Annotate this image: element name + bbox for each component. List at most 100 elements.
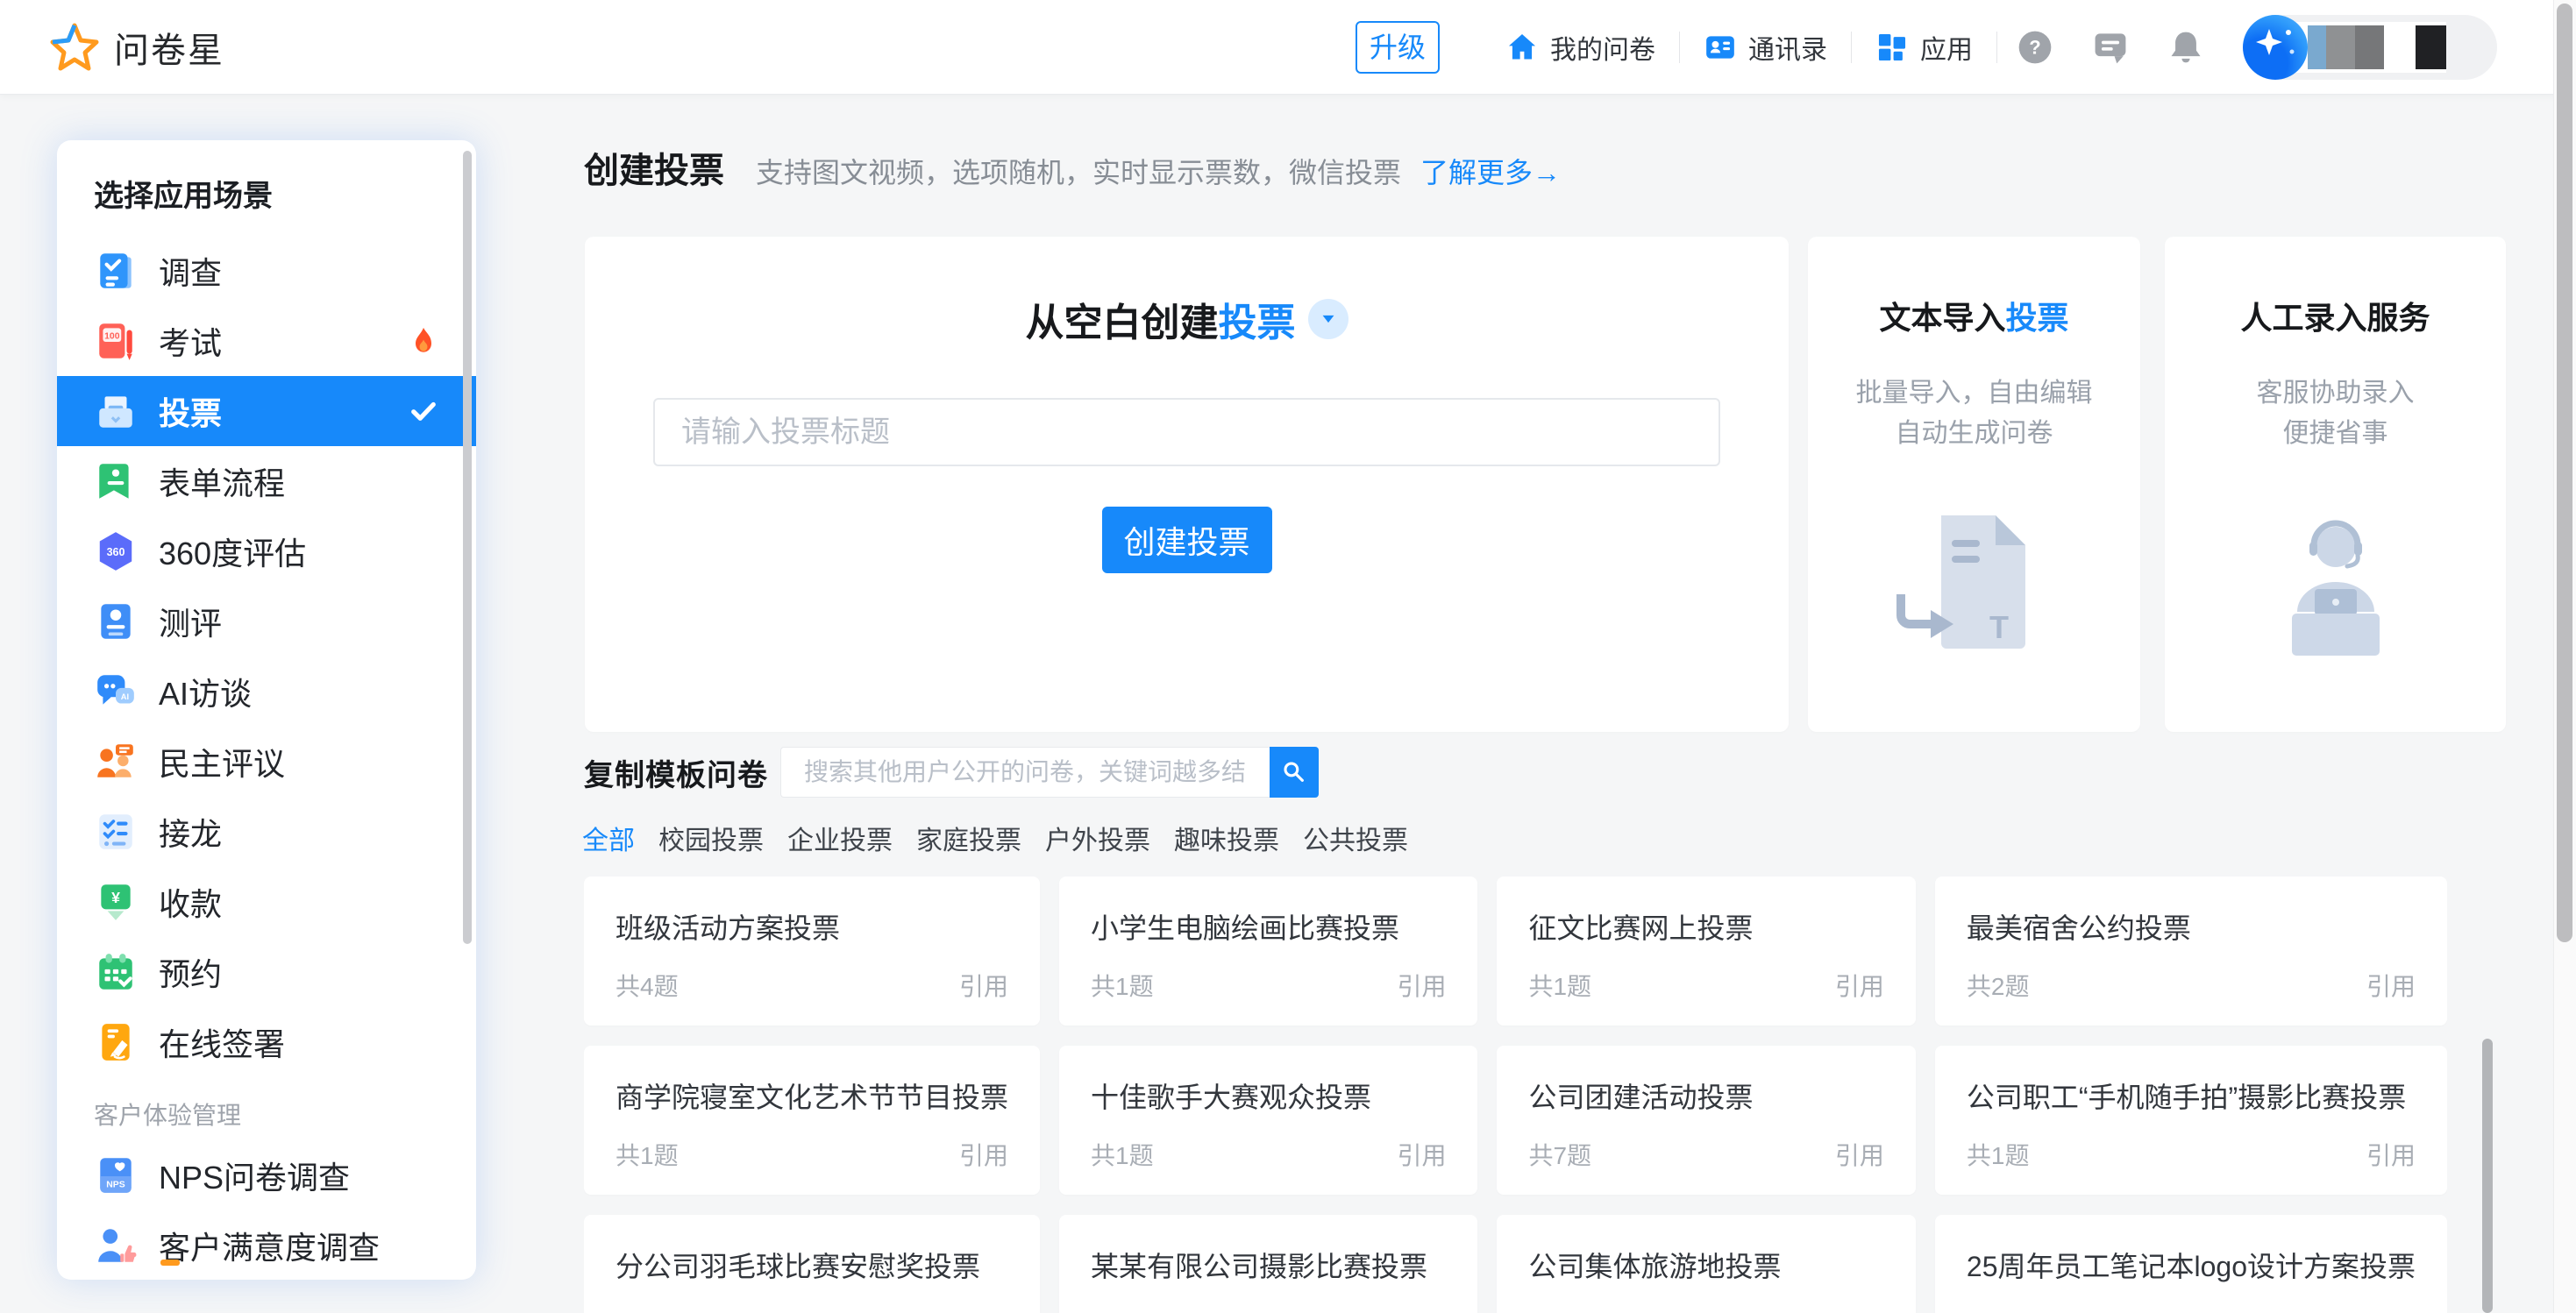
sidebar-item-eval360[interactable]: 360 360度评估 [57, 516, 476, 586]
cite-action[interactable]: 引用 [1397, 1137, 1446, 1172]
filter-tab-3[interactable]: 家庭投票 [916, 819, 1021, 857]
sidebar-item-label: 调查 [159, 248, 222, 294]
message-button[interactable] [2091, 28, 2130, 67]
type-dropdown-button[interactable] [1308, 299, 1348, 339]
template-card-footer: 共1题引用 [616, 1137, 1008, 1172]
template-card-title: 征文比赛网上投票 [1528, 906, 1883, 947]
text-import-card[interactable]: 文本导入投票 批量导入，自由编辑 自动生成问卷 T [1808, 237, 2140, 732]
sidebar-item-csat[interactable]: 客户满意度调查 [57, 1210, 476, 1280]
nav-item-apps[interactable]: 应用 [1875, 28, 1973, 67]
template-card-footer: 共4题引用 [616, 968, 1008, 1003]
cite-action[interactable]: 引用 [2366, 968, 2416, 1003]
bell-button[interactable] [2167, 28, 2205, 67]
top-header: 问卷星 升级 我的问卷 通讯录 应用 ? [0, 0, 2576, 95]
template-card[interactable]: 小学生电脑绘画比赛投票共1题引用 [1059, 877, 1477, 1026]
eval360-icon: 360 [94, 529, 138, 573]
manual-entry-desc: 客服协助录入 便捷省事 [2165, 373, 2506, 454]
nav-item-contacts[interactable]: 通讯录 [1704, 28, 1827, 67]
sidebar-item-label: 测评 [159, 599, 222, 644]
question-count: 共7题 [1528, 1137, 1591, 1172]
create-vote-button[interactable]: 创建投票 [1102, 507, 1272, 573]
contacts-icon [1704, 31, 1737, 64]
blank-create-title[interactable]: 从空白创建 投票 [585, 291, 1789, 347]
question-count: 共1题 [1091, 968, 1154, 1003]
sidebar-item-ai[interactable]: AIAI访谈 [57, 656, 476, 727]
template-card-footer: 共7题 引用 [1528, 1137, 1883, 1172]
sidebar-item-assess[interactable]: 测评 [57, 586, 476, 656]
filter-tab-all[interactable]: 全部 [582, 819, 635, 857]
cite-action[interactable]: 引用 [959, 1137, 1008, 1172]
logo-text: 问卷星 [114, 22, 224, 73]
sidebar-item-vote[interactable]: 投票 [57, 376, 476, 446]
sidebar-item-nps[interactable]: NPS NPS问卷调查 [57, 1140, 476, 1210]
help-button[interactable]: ? [2016, 28, 2054, 67]
sidebar-scrollbar[interactable] [463, 151, 472, 944]
cite-action[interactable]: 引用 [1397, 968, 1446, 1003]
sidebar-item-label: 360度评估 [159, 529, 306, 574]
logo[interactable]: 问卷星 [49, 22, 224, 73]
template-card[interactable]: 征文比赛网上投票共1题引用 [1497, 877, 1915, 1026]
template-card[interactable]: 商学院寝室文化艺术节节目投票共1题引用 [584, 1046, 1040, 1195]
nav-item-home[interactable]: 我的问卷 [1505, 28, 1655, 67]
template-card[interactable]: 某某有限公司摄影比赛投票 [1059, 1215, 1477, 1313]
sidebar-item-survey[interactable]: 调查 [57, 236, 476, 306]
chain-icon [94, 810, 138, 854]
nav-item-label: 通讯录 [1748, 28, 1827, 67]
filter-tab-1[interactable]: 校园投票 [658, 819, 764, 857]
template-card[interactable]: 分公司羽毛球比赛安慰奖投票 [584, 1215, 1040, 1313]
cite-action[interactable]: 引用 [959, 968, 1008, 1003]
template-search [780, 747, 1319, 798]
template-card[interactable]: 公司团建活动投票共7题引用 [1497, 1046, 1915, 1195]
star-logo-icon [49, 22, 100, 73]
sidebar-item-book[interactable]: 预约 [57, 937, 476, 1007]
page-title: 创建投票 [584, 142, 724, 193]
create-vote-heading: 创建投票 支持图文视频，选项随机，实时显示票数，微信投票 了解更多→ [584, 142, 1561, 193]
sidebar-list: 调查 100考试投票表单流程 360 360度评估测评 AIAI访谈民主评议接龙¥收款预… [57, 236, 476, 1077]
template-card[interactable]: 公司集体旅游地投票 [1497, 1215, 1915, 1313]
sidebar-item-democracy[interactable]: 民主评议 [57, 727, 476, 797]
svg-text:360: 360 [107, 546, 125, 558]
cite-action[interactable]: 引用 [2366, 1137, 2416, 1172]
upgrade-button[interactable]: 升级 [1356, 21, 1440, 74]
svg-text:NPS: NPS [106, 1181, 125, 1190]
template-card[interactable]: 25周年员工笔记本logo设计方案投票 [1935, 1215, 2447, 1313]
search-button[interactable] [1270, 747, 1319, 798]
sidebar-item-pay[interactable]: ¥收款 [57, 867, 476, 937]
sidebar-item-exam[interactable]: 100考试 [57, 306, 476, 376]
template-card[interactable]: 班级活动方案投票共4题引用 [584, 877, 1040, 1026]
learn-more-link[interactable]: 了解更多→ [1420, 151, 1561, 191]
vote-title-input[interactable] [653, 398, 1720, 466]
chevron-down-icon [1319, 309, 1338, 329]
header-right: 升级 我的问卷 通讯录 应用 ? [1356, 15, 2497, 80]
filter-tab-2[interactable]: 企业投票 [787, 819, 893, 857]
content-scrollbar-thumb[interactable] [2482, 1039, 2493, 1313]
sidebar-item-form[interactable]: 表单流程 [57, 446, 476, 516]
avatar [2243, 15, 2308, 80]
cite-action[interactable]: 引用 [1835, 1137, 1884, 1172]
sidebar-item-chain[interactable]: 接龙 [57, 797, 476, 867]
svg-text:AI: AI [121, 692, 129, 701]
template-search-input[interactable] [780, 747, 1270, 798]
header-icon-buttons: ? [1997, 28, 2224, 67]
home-icon [1505, 31, 1539, 64]
question-count: 共1题 [1091, 1137, 1154, 1172]
sidebar-item-sign[interactable]: 在线签署 [57, 1007, 476, 1077]
template-card[interactable]: 公司职工“手机随手拍”摄影比赛投票共1题引用 [1935, 1046, 2447, 1195]
selected-check-icon [408, 395, 439, 427]
sidebar-item-label: NPS问卷调查 [159, 1153, 350, 1198]
template-card[interactable]: 十佳歌手大赛观众投票共1题引用 [1059, 1046, 1477, 1195]
filter-tab-4[interactable]: 户外投票 [1045, 819, 1150, 857]
blank-title-blue: 投票 [1219, 291, 1296, 347]
vote-icon [94, 389, 138, 433]
filter-tab-6[interactable]: 公共投票 [1303, 819, 1408, 857]
template-card-title: 商学院寝室文化艺术节节目投票 [616, 1075, 1008, 1116]
user-account-pill[interactable] [2243, 15, 2497, 80]
filter-tab-5[interactable]: 趣味投票 [1174, 819, 1279, 857]
question-count: 共1题 [1967, 1137, 2030, 1172]
page-scrollbar-thumb[interactable] [2557, 4, 2572, 942]
manual-entry-card[interactable]: 人工录入服务 客服协助录入 便捷省事 [2165, 237, 2506, 732]
cite-action[interactable]: 引用 [1835, 968, 1884, 1003]
template-card[interactable]: 最美宿舍公约投票共2题引用 [1935, 877, 2447, 1026]
svg-text:T: T [1989, 609, 2009, 645]
sidebar-item-label: 民主评议 [159, 739, 285, 784]
